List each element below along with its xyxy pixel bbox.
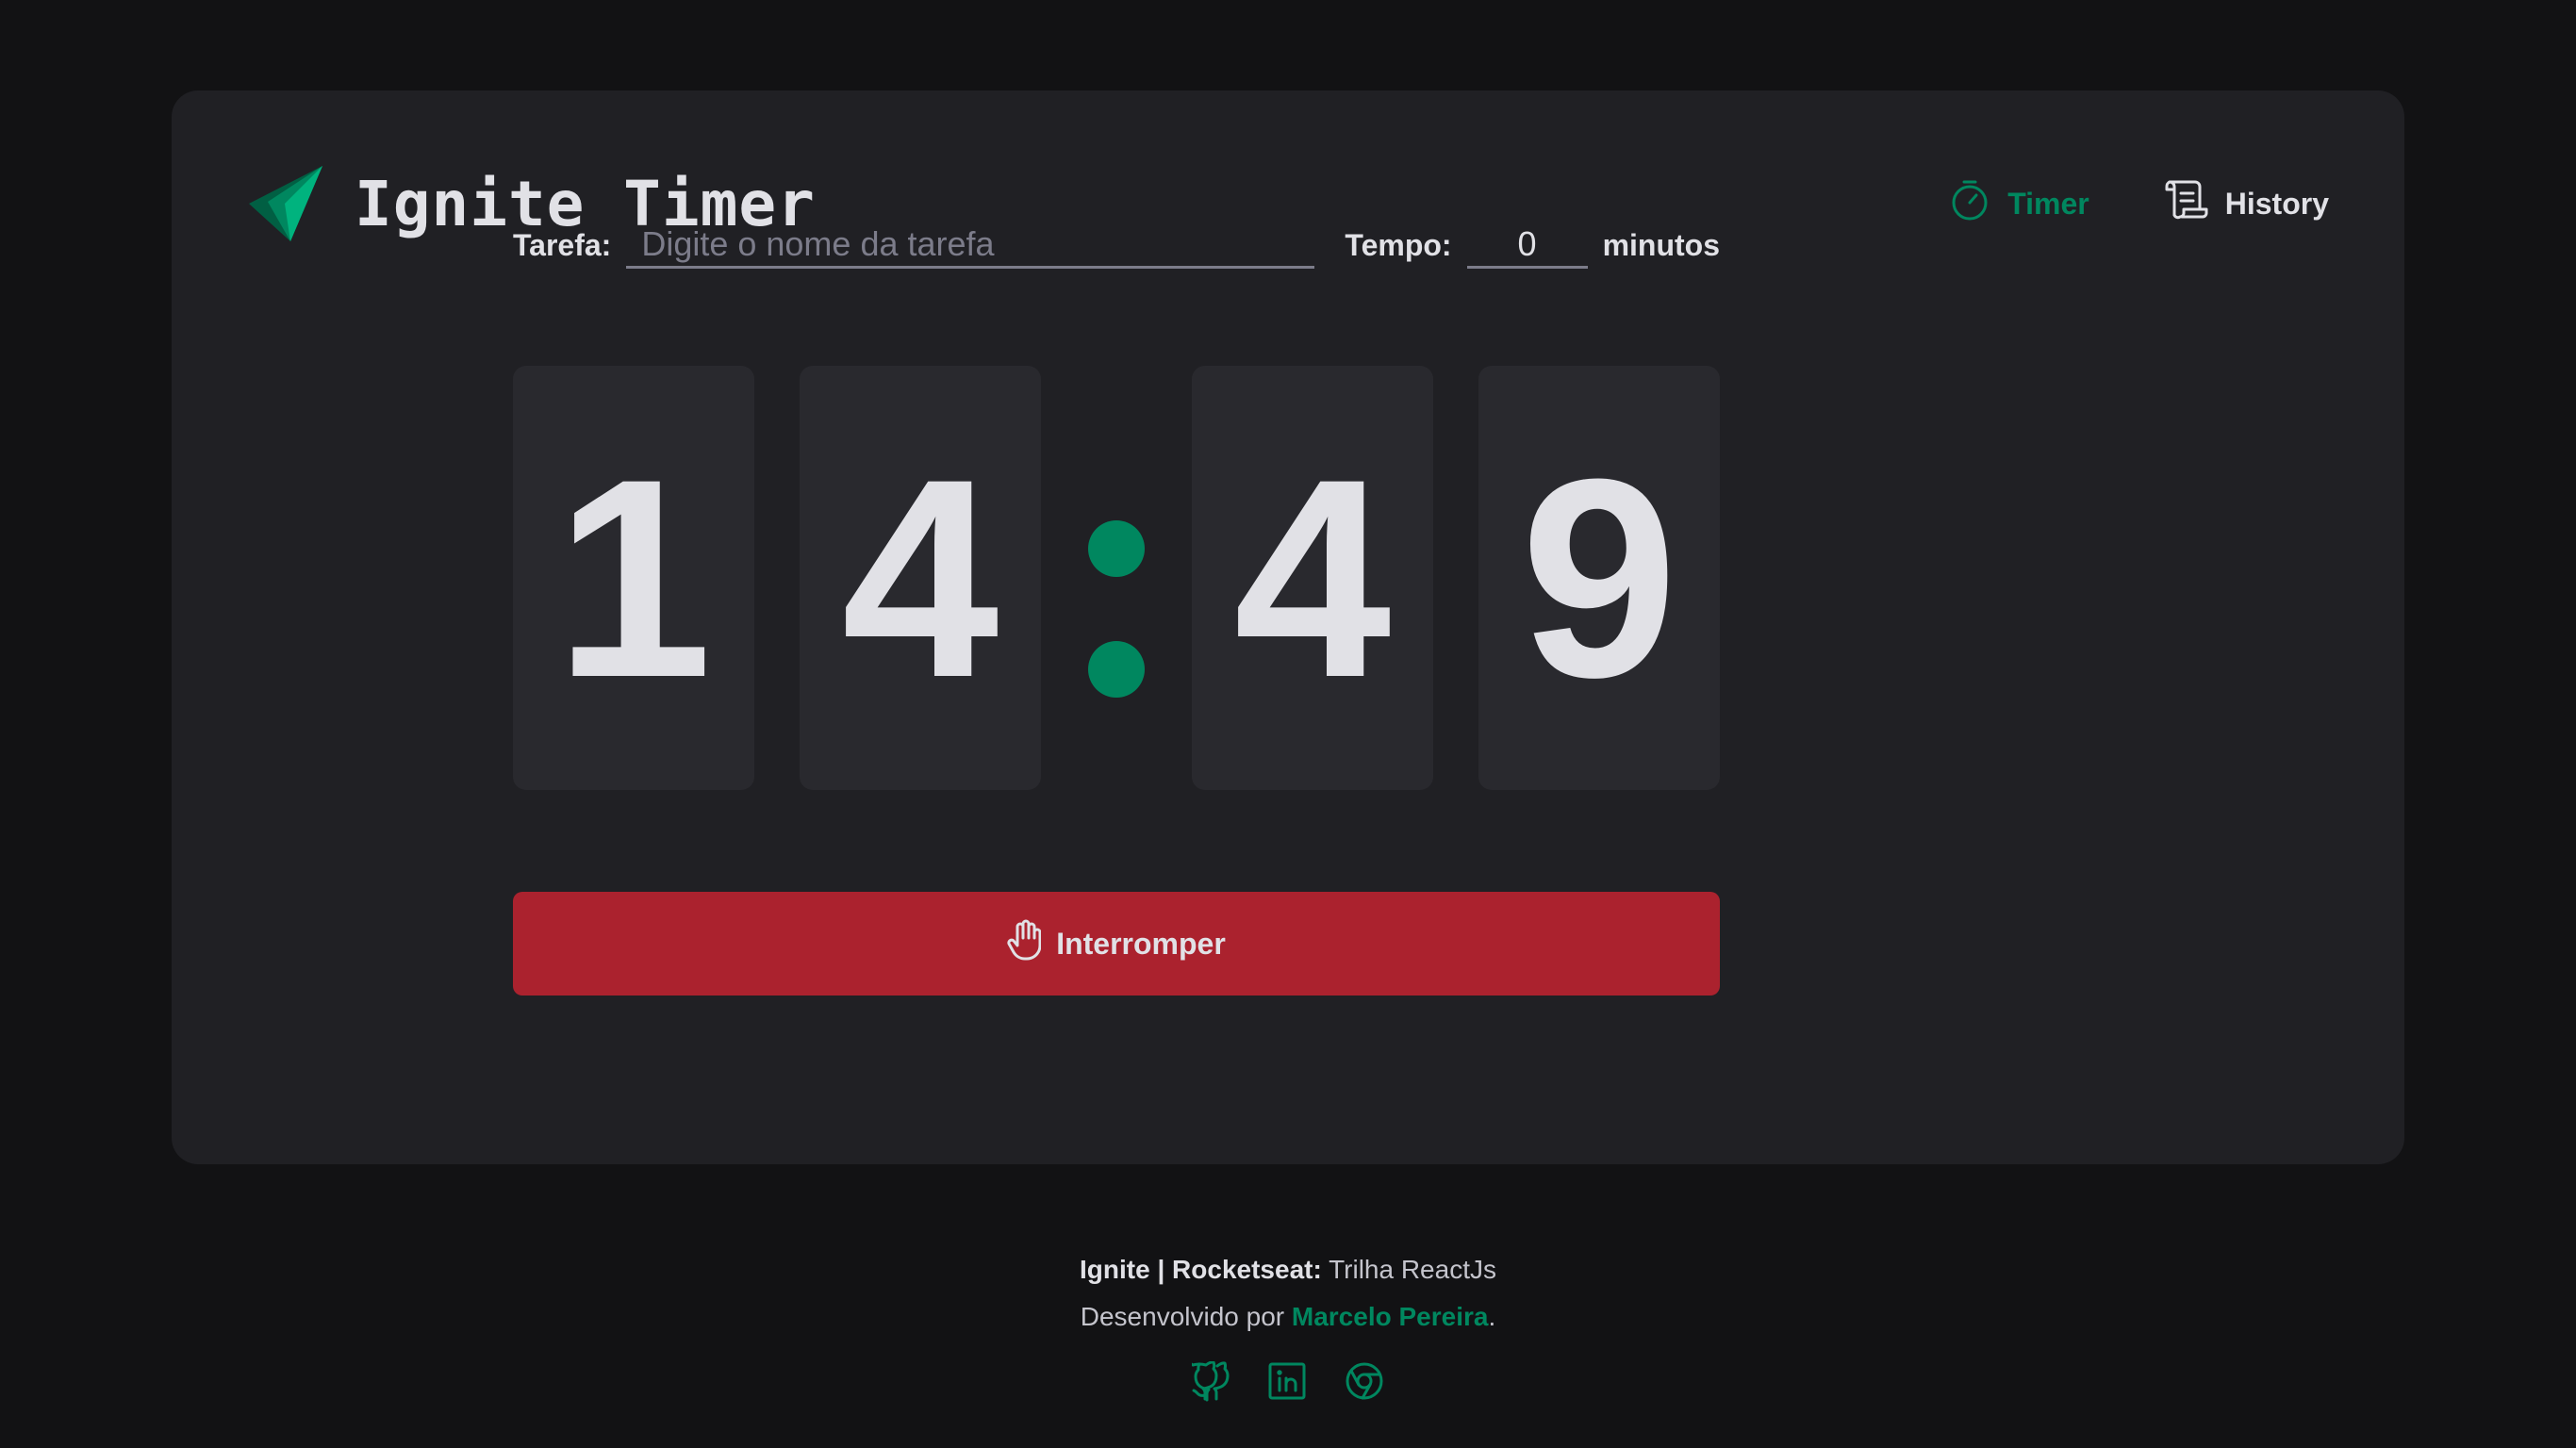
- timer-icon: [1949, 179, 1990, 228]
- main-nav: Timer History: [1949, 179, 2329, 228]
- nav-history-label: History: [2224, 186, 2329, 221]
- chrome-icon[interactable]: [1345, 1361, 1384, 1409]
- countdown-separator: [1041, 366, 1192, 790]
- nav-history[interactable]: History: [2165, 179, 2329, 228]
- hand-icon: [1007, 919, 1042, 968]
- countdown-digit-minutes-tens: 1: [513, 366, 754, 790]
- separator-dot-bottom: [1088, 641, 1145, 698]
- countdown-digit-seconds-ones: 9: [1478, 366, 1720, 790]
- task-label: Tarefa:: [513, 227, 612, 262]
- countdown: 1 4 4 9: [513, 366, 1720, 790]
- minutes-unit-label: minutos: [1602, 227, 1720, 262]
- countdown-digit-minutes-ones: 4: [800, 366, 1041, 790]
- interrupt-label: Interromper: [1056, 926, 1226, 961]
- social-links: [0, 1360, 2576, 1409]
- task-form: Tarefa: Tempo: minutos: [513, 207, 1720, 283]
- footer-credit-line: Desenvolvido por Marcelo Pereira.: [0, 1293, 2576, 1341]
- interrupt-button[interactable]: Interromper: [513, 892, 1720, 996]
- separator-dot-top: [1088, 520, 1145, 577]
- footer: Ignite | Rocketseat: Trilha ReactJs Dese…: [0, 1246, 2576, 1409]
- nav-timer-label: Timer: [2007, 186, 2089, 221]
- countdown-digit-seconds-tens: 4: [1192, 366, 1433, 790]
- minutes-input[interactable]: [1466, 222, 1588, 269]
- footer-brand-rest: Trilha ReactJs: [1329, 1255, 1496, 1284]
- footer-brand-line: Ignite | Rocketseat: Trilha ReactJs: [0, 1246, 2576, 1293]
- time-label: Tempo:: [1345, 227, 1452, 262]
- github-icon[interactable]: [1183, 1360, 1230, 1409]
- scroll-icon: [2165, 179, 2208, 228]
- nav-timer[interactable]: Timer: [1949, 179, 2089, 228]
- footer-brand-bold: Ignite | Rocketseat:: [1080, 1255, 1322, 1284]
- footer-credit-prefix: Desenvolvido por: [1080, 1302, 1285, 1331]
- footer-credit-suffix: .: [1488, 1302, 1496, 1331]
- logo-icon: [247, 166, 324, 241]
- author-link[interactable]: Marcelo Pereira: [1292, 1302, 1489, 1331]
- task-input[interactable]: [626, 222, 1315, 269]
- linkedin-icon[interactable]: [1267, 1361, 1307, 1409]
